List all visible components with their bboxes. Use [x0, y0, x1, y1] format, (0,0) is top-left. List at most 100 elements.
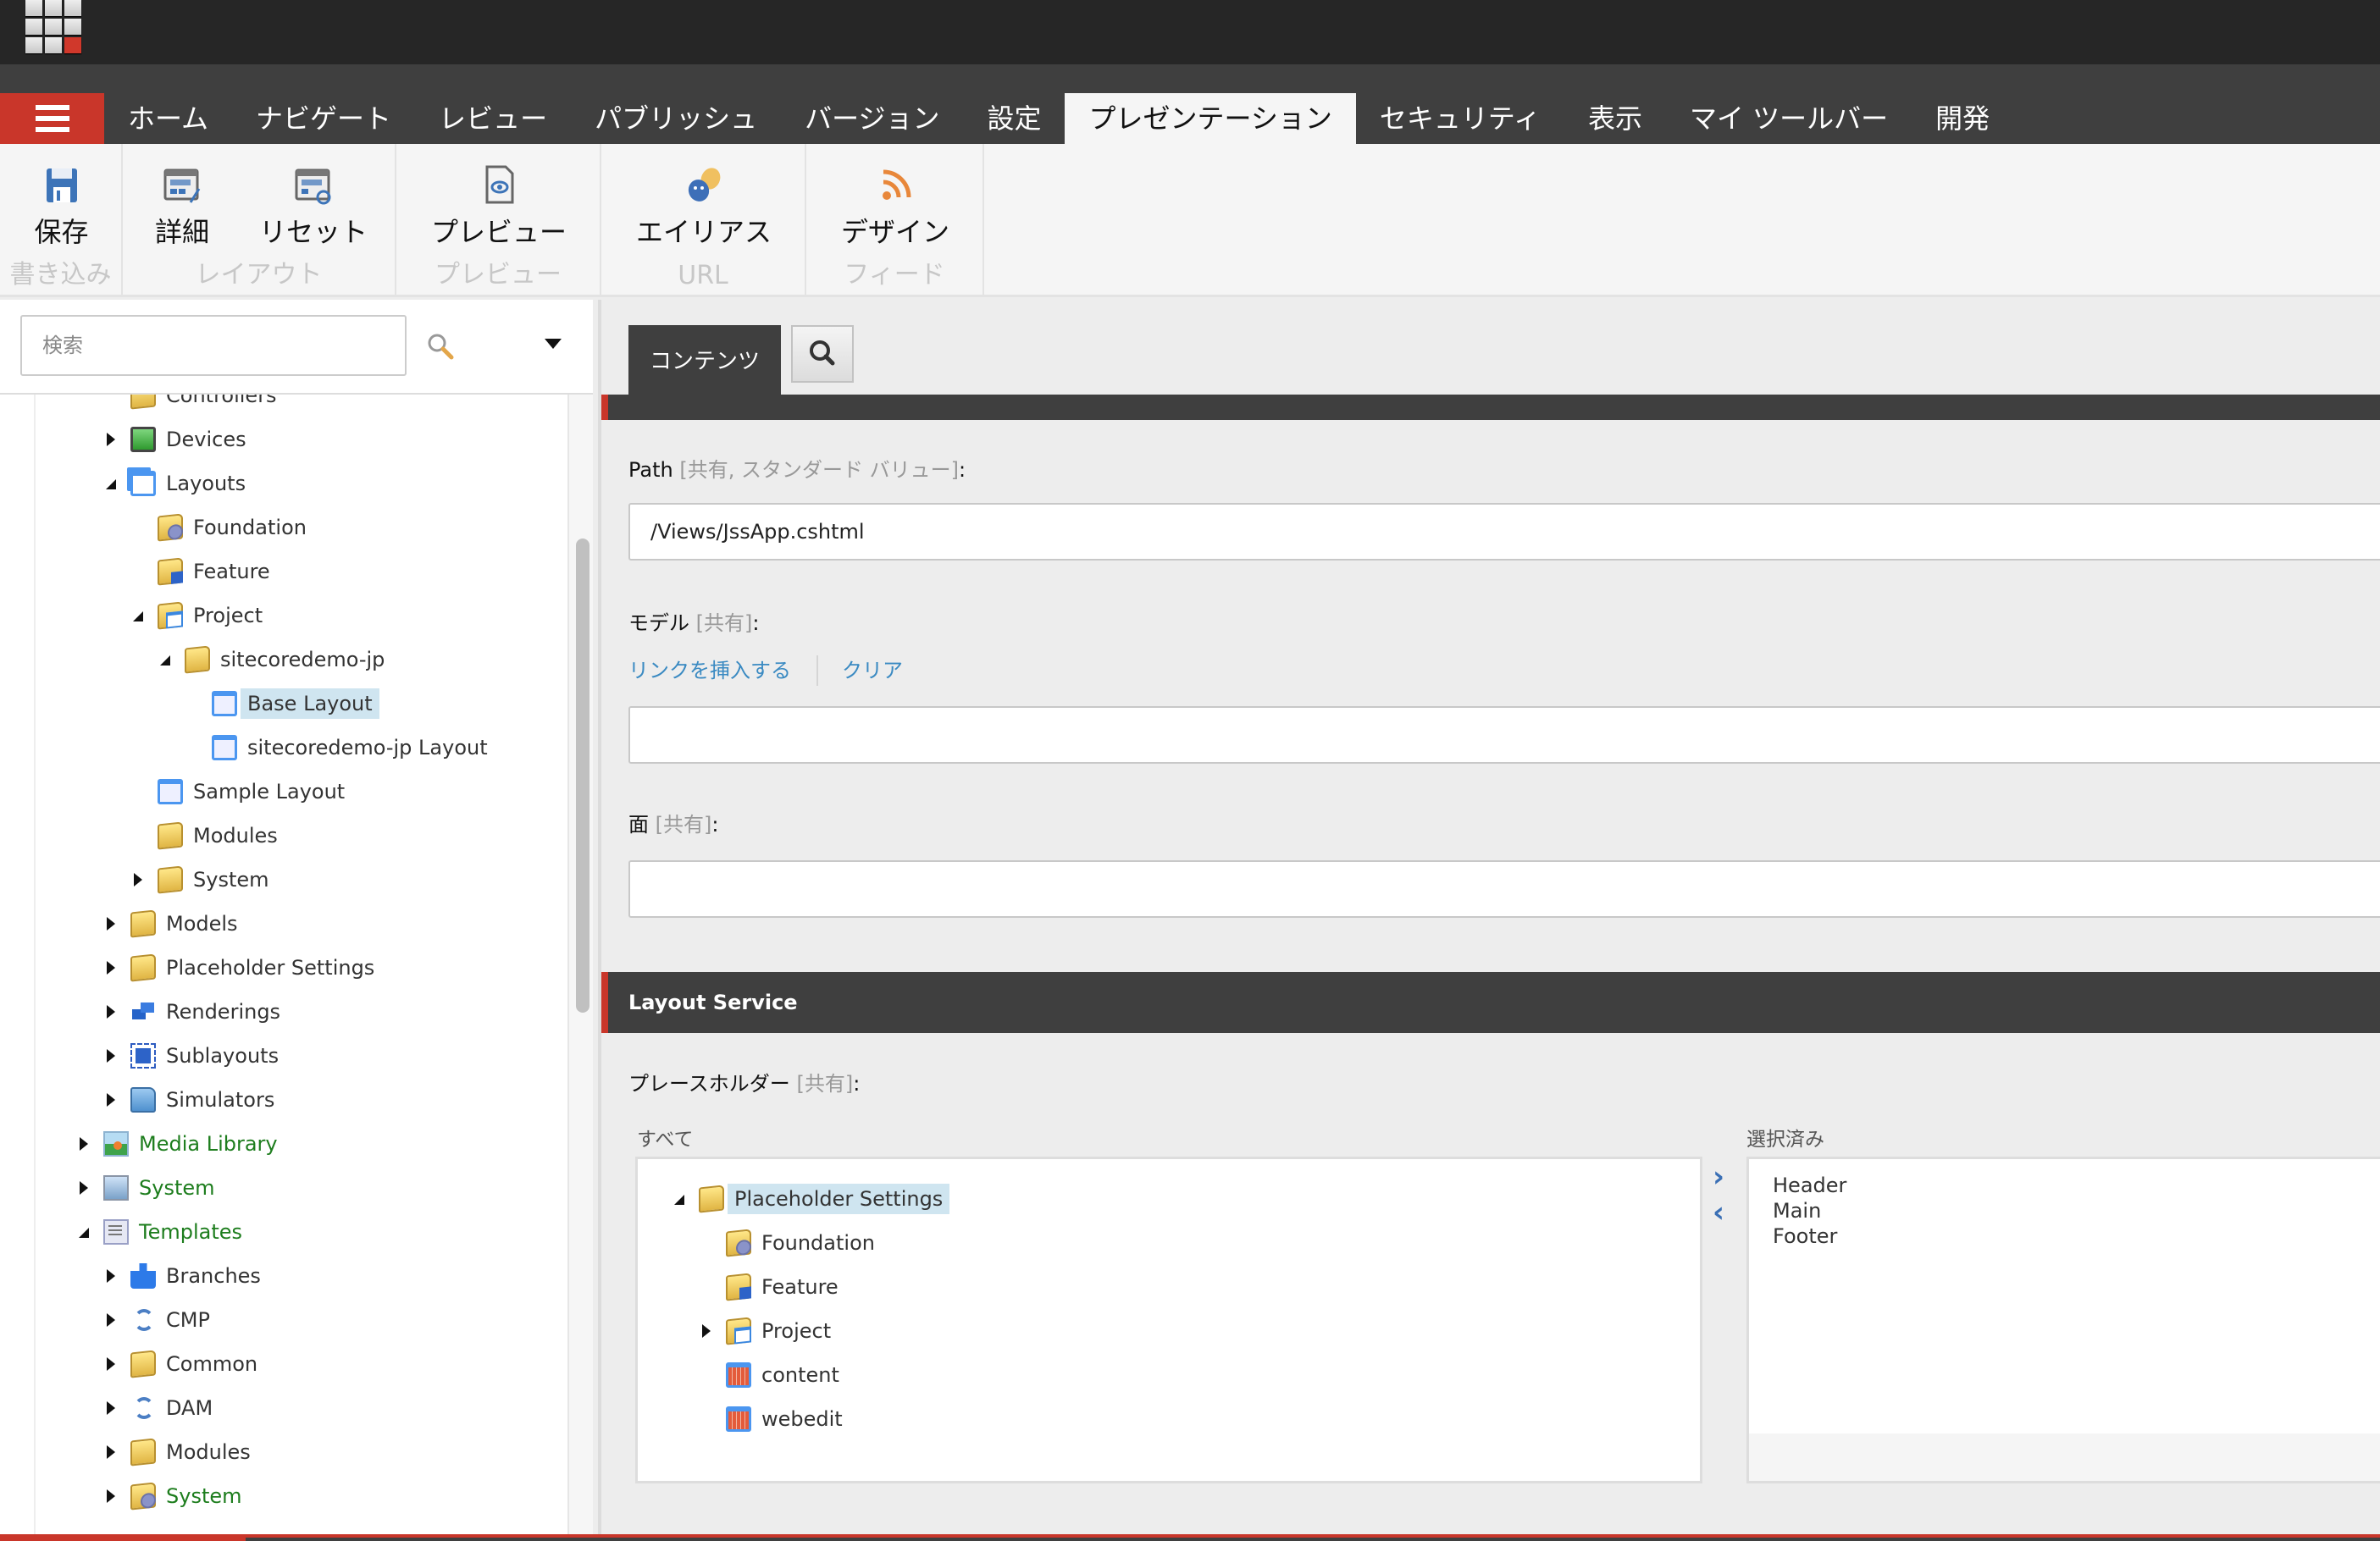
sitecore-logo-icon[interactable] [25, 0, 81, 53]
expand-arrow-icon[interactable] [103, 1356, 120, 1373]
tree-item[interactable]: Base Layout [185, 684, 379, 723]
expand-arrow-icon[interactable] [103, 915, 120, 932]
feed-design-button[interactable]: デザイン [806, 165, 984, 250]
section-header-collapsed[interactable] [601, 395, 2380, 420]
layout-details-button[interactable]: 詳細 [140, 165, 224, 250]
expand-arrow-icon[interactable] [103, 1400, 120, 1417]
expand-arrow-icon[interactable] [103, 1047, 120, 1064]
expand-arrow-icon[interactable] [699, 1323, 716, 1339]
expand-arrow-icon[interactable] [76, 1135, 93, 1152]
clear-link[interactable]: クリア [842, 654, 903, 683]
expand-arrow-icon[interactable] [103, 1091, 120, 1108]
expand-arrow-icon[interactable] [130, 871, 147, 888]
tree-item[interactable]: Models [103, 904, 245, 943]
tree-item-label: CMP [166, 1308, 210, 1332]
alias-button[interactable]: エイリアス [601, 165, 806, 250]
selected-placeholder-item[interactable]: Main [1773, 1198, 1846, 1223]
tab-content[interactable]: コンテンツ [628, 325, 781, 395]
remove-placeholder-chevron-left-icon[interactable]: ‹ [1713, 1198, 1730, 1227]
content-search-button[interactable] [791, 325, 854, 383]
tree-item[interactable]: Project [130, 596, 269, 635]
hamburger-menu-icon[interactable] [0, 93, 104, 144]
tree-item[interactable]: Templates [76, 1212, 249, 1251]
preview-button[interactable]: プレビュー [396, 165, 601, 250]
expand-arrow-icon[interactable] [76, 1179, 93, 1196]
search-options-dropdown-icon[interactable] [545, 339, 562, 349]
expand-arrow-icon[interactable] [103, 1312, 120, 1328]
tree-item[interactable]: Layouts [103, 464, 252, 503]
tab-0[interactable]: ホーム [104, 93, 232, 144]
tree-scrollbar[interactable] [576, 539, 589, 1013]
tree-item[interactable]: Foundation [130, 508, 313, 547]
tab-9[interactable]: マイ ツールバー [1666, 93, 1912, 144]
tree-item[interactable]: Simulators [103, 1080, 281, 1119]
tree-item[interactable]: Sublayouts [103, 1036, 285, 1075]
tree-item[interactable]: content [699, 1356, 846, 1395]
collapse-arrow-icon[interactable] [158, 651, 174, 668]
expand-arrow-icon[interactable] [103, 959, 120, 976]
tree-item[interactable]: System [130, 860, 276, 899]
placeholder-icon [726, 1362, 751, 1388]
layout-icon [158, 779, 183, 804]
tree-item[interactable]: sitecoredemo-jp [158, 640, 391, 679]
layout-service-section-header[interactable]: Layout Service [601, 972, 2380, 1033]
expand-arrow-icon[interactable] [103, 1003, 120, 1020]
layout-reset-button[interactable]: リセット [250, 165, 377, 250]
expand-arrow-icon[interactable] [103, 431, 120, 448]
selected-placeholder-item[interactable]: Header [1773, 1173, 1846, 1198]
tree-item[interactable]: webedit [699, 1400, 850, 1439]
tab-10[interactable]: 開発 [1912, 93, 2013, 144]
tree-item[interactable]: Media Library [76, 1124, 285, 1163]
tree-item[interactable]: Renderings [103, 992, 287, 1031]
folder-icon [130, 395, 156, 410]
tab-2[interactable]: レビュー [415, 93, 571, 144]
tree-item[interactable]: Feature [130, 552, 277, 591]
selected-list-footer [1749, 1433, 2380, 1481]
collapse-arrow-icon[interactable] [672, 1190, 689, 1207]
collapse-arrow-icon[interactable] [76, 1223, 93, 1240]
tree-item-label: Modules [166, 1440, 251, 1464]
tree-item[interactable]: Controllers [103, 395, 284, 415]
tree-item[interactable]: DAM [103, 1389, 219, 1428]
tab-6[interactable]: プレゼンテーション [1065, 93, 1356, 144]
expand-arrow-icon[interactable] [103, 1488, 120, 1505]
collapse-arrow-icon[interactable] [130, 607, 147, 624]
tree-item[interactable]: Placeholder Settings [672, 1179, 950, 1218]
tree-item[interactable]: Modules [103, 1433, 257, 1472]
layout-details-label: 詳細 [154, 216, 209, 248]
tree-item[interactable]: Project [699, 1312, 838, 1350]
tab-4[interactable]: バージョン [781, 93, 963, 144]
renderings-icon [130, 999, 156, 1025]
expand-arrow-icon[interactable] [103, 1444, 120, 1461]
tab-1[interactable]: ナビゲート [232, 93, 415, 144]
tab-5[interactable]: 設定 [963, 93, 1065, 144]
save-button[interactable]: 保存 [0, 165, 123, 250]
tree-item[interactable]: System [103, 1477, 249, 1516]
tab-7[interactable]: セキュリティ [1356, 93, 1564, 144]
tree-item[interactable]: Placeholder Settings [103, 948, 381, 987]
model-input[interactable] [628, 706, 2380, 764]
tree-item[interactable]: Feature [699, 1268, 845, 1306]
tree-item[interactable]: Common [103, 1345, 264, 1384]
expand-arrow-icon[interactable] [103, 1268, 120, 1284]
tree-item[interactable]: sitecoredemo-jp Layout [185, 728, 495, 767]
face-input[interactable] [628, 860, 2380, 918]
add-placeholder-chevron-right-icon[interactable]: › [1713, 1163, 1730, 1191]
tree-item[interactable]: Modules [130, 816, 285, 855]
tree-item[interactable]: Sample Layout [130, 772, 351, 811]
tree-item[interactable]: Foundation [699, 1223, 882, 1262]
layout-details-icon [162, 165, 202, 206]
tab-8[interactable]: 表示 [1564, 93, 1666, 144]
ribbon-tabs: ホーム ナビゲート レビュー パブリッシュ バージョン 設定 プレゼンテーション セキュリティ… [104, 93, 2013, 144]
tree-item[interactable]: Branches [103, 1257, 268, 1295]
tree-item[interactable]: Devices [103, 420, 253, 459]
insert-link-link[interactable]: リンクを挿入する [628, 654, 791, 683]
search-icon[interactable] [426, 332, 455, 361]
selected-placeholder-item[interactable]: Footer [1773, 1223, 1846, 1249]
tree-search-input[interactable]: 検索 [20, 315, 407, 376]
tree-item[interactable]: CMP [103, 1301, 217, 1339]
tree-item[interactable]: System [76, 1168, 222, 1207]
tab-3[interactable]: パブリッシュ [571, 93, 781, 144]
path-input[interactable]: /Views/JssApp.cshtml [628, 503, 2380, 561]
collapse-arrow-icon[interactable] [103, 475, 120, 492]
